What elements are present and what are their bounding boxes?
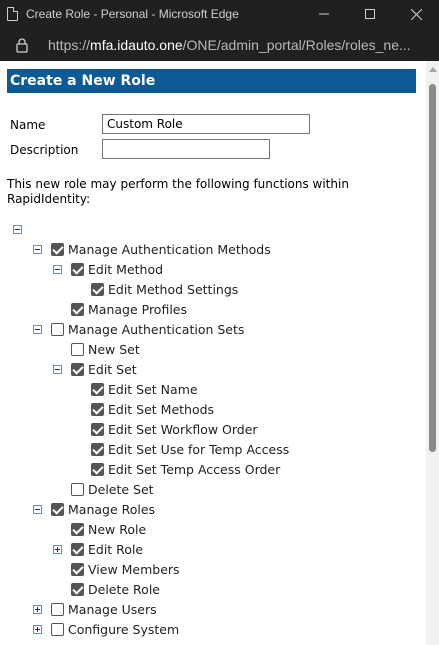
collapse-toggle-icon[interactable] [13, 225, 22, 234]
tree-item[interactable]: Manage Authentication Methods [51, 239, 271, 259]
page-content: Create a New Role Name Custom Role Descr… [0, 61, 426, 645]
tree-item-label: Manage Profiles [88, 301, 188, 317]
tree-item-label: Edit Method [88, 261, 164, 277]
tree-item[interactable]: Manage Roles [51, 499, 155, 519]
tree-item[interactable]: New Role [71, 519, 146, 539]
tree-item[interactable]: View Members [71, 559, 180, 579]
tree-item[interactable]: New Set [71, 339, 140, 359]
collapse-toggle-icon[interactable] [53, 365, 62, 374]
permission-checkbox[interactable] [91, 442, 104, 456]
tree-item-label: New Role [88, 521, 147, 537]
name-input[interactable]: Custom Role [102, 114, 310, 134]
tree-item-label: Edit Set Name [108, 381, 198, 397]
page-heading: Create a New Role [7, 69, 416, 93]
tree-item[interactable]: Edit Set Workflow Order [91, 419, 258, 439]
tree-item[interactable]: Edit Method [71, 259, 163, 279]
tree-item[interactable]: Edit Set Name [91, 379, 198, 399]
tree-item-label: Manage Authentication Methods [68, 241, 271, 257]
permission-checkbox[interactable] [71, 542, 84, 556]
close-button[interactable] [393, 0, 439, 28]
window-titlebar: Create Role - Personal - Microsoft Edge [0, 0, 439, 28]
permission-checkbox[interactable] [51, 322, 64, 336]
permission-checkbox[interactable] [91, 462, 104, 476]
tree-item-label: Edit Set Use for Temp Access [108, 441, 290, 457]
permission-checkbox[interactable] [51, 242, 64, 256]
expand-toggle-icon[interactable] [33, 625, 42, 634]
permission-checkbox[interactable] [91, 382, 104, 396]
permission-checkbox[interactable] [91, 402, 104, 416]
description-input[interactable] [102, 139, 270, 159]
tree-item[interactable]: Manage Authentication Sets [51, 319, 244, 339]
permission-checkbox[interactable] [71, 342, 84, 356]
tree-item-label: Delete Set [88, 481, 154, 497]
tree-item[interactable]: Delete Set [71, 479, 154, 499]
tree-item-label: Delete Role [88, 581, 160, 597]
minimize-icon [319, 13, 329, 15]
permission-checkbox[interactable] [71, 482, 84, 496]
tree-item[interactable]: Edit Set Use for Temp Access [91, 439, 289, 459]
tree-item[interactable]: Edit Method Settings [91, 279, 238, 299]
tree-item[interactable]: Manage Users [51, 599, 157, 619]
maximize-button[interactable] [347, 0, 393, 28]
tree-item-label: Edit Set Methods [108, 401, 215, 417]
description-label: Description [10, 143, 79, 157]
tree-item[interactable]: Delete Role [71, 579, 160, 599]
collapse-toggle-icon[interactable] [33, 325, 42, 334]
permission-checkbox[interactable] [51, 602, 64, 616]
close-icon [410, 8, 422, 20]
maximize-icon [365, 9, 375, 19]
tree-item[interactable]: Edit Role [71, 539, 143, 559]
permission-checkbox[interactable] [71, 522, 84, 536]
tree-item[interactable]: Edit Set Methods [91, 399, 214, 419]
collapse-toggle-icon[interactable] [33, 245, 42, 254]
intro-text: This new role may perform the following … [7, 177, 349, 206]
expand-toggle-icon[interactable] [53, 545, 62, 554]
expand-toggle-icon[interactable] [33, 605, 42, 614]
tree-item[interactable]: Edit Set [71, 359, 137, 379]
tree-item-label: Manage Roles [68, 501, 156, 517]
tree-item-label: Manage Users [68, 601, 157, 617]
permission-checkbox[interactable] [51, 622, 64, 636]
tree-item-label: New Set [88, 341, 140, 357]
url-text[interactable]: https://mfa.idauto.one/ONE/admin_portal/… [48, 37, 428, 53]
url-host: mfa.idauto.one [90, 36, 183, 53]
scroll-up-icon[interactable] [429, 67, 437, 72]
collapse-toggle-icon[interactable] [33, 505, 42, 514]
permission-checkbox[interactable] [71, 302, 84, 316]
lock-icon [16, 37, 28, 53]
tree-item[interactable]: Configure System [51, 619, 179, 639]
vertical-scrollbar[interactable] [426, 61, 439, 645]
permission-checkbox[interactable] [91, 282, 104, 296]
tree-item-label: Edit Set Workflow Order [108, 421, 258, 437]
permission-checkbox[interactable] [91, 422, 104, 436]
tree-item-label: Edit Set Temp Access Order [108, 461, 281, 477]
page-icon [7, 7, 18, 21]
tree-item-label: Manage Authentication Sets [68, 321, 245, 337]
tree-item[interactable]: Edit Set Temp Access Order [91, 459, 280, 479]
url-scheme: https:// [48, 36, 91, 53]
permission-checkbox[interactable] [71, 362, 84, 376]
collapse-toggle-icon[interactable] [53, 265, 62, 274]
tree-item-label: Configure System [68, 621, 180, 637]
tree-item-label: Edit Role [88, 541, 144, 557]
permission-checkbox[interactable] [71, 562, 84, 576]
tree-item-label: Edit Set [88, 361, 137, 377]
name-label: Name [10, 118, 46, 132]
scrollbar-thumb[interactable] [429, 84, 436, 452]
permission-checkbox[interactable] [51, 502, 64, 516]
url-path: /ONE/admin_portal/Roles/roles_ne... [182, 36, 411, 53]
tree-item[interactable]: Manage Profiles [71, 299, 187, 319]
tree-item-label: View Members [88, 561, 180, 577]
address-bar[interactable]: https://mfa.idauto.one/ONE/admin_portal/… [0, 28, 439, 61]
permission-checkbox[interactable] [71, 262, 84, 276]
tree-item-label: Edit Method Settings [108, 281, 239, 297]
window-title: Create Role - Personal - Microsoft Edge [26, 7, 239, 21]
minimize-button[interactable] [301, 0, 347, 28]
permission-checkbox[interactable] [71, 582, 84, 596]
